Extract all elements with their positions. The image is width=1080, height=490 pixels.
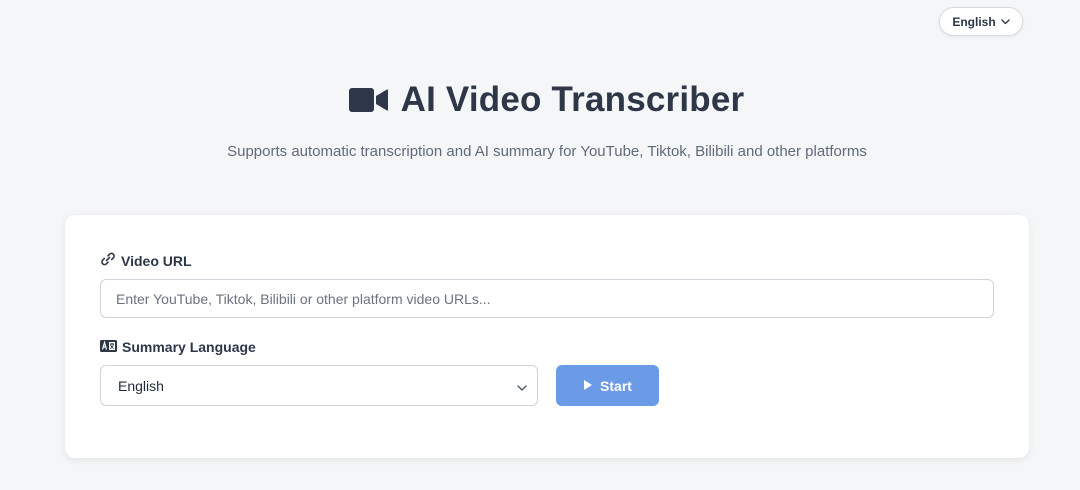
video-url-input[interactable] — [100, 279, 994, 318]
summary-language-value: English — [118, 377, 164, 394]
summary-language-label: Summary Language — [100, 339, 256, 355]
language-switcher-label: English — [952, 14, 996, 29]
select-chevron-down-icon — [517, 378, 527, 394]
page-subtitle: Supports automatic transcription and AI … — [227, 143, 867, 160]
video-camera-icon — [348, 87, 389, 113]
start-button-label: Start — [600, 377, 632, 394]
page: English AI Video Transcriber Supports au… — [0, 0, 1080, 490]
video-url-label-text: Video URL — [121, 252, 192, 269]
summary-language-label-text: Summary Language — [122, 339, 256, 355]
play-icon — [583, 378, 593, 394]
page-title: AI Video Transcriber — [400, 80, 745, 119]
language-switcher-button[interactable]: English — [939, 7, 1023, 36]
start-button[interactable]: Start — [556, 365, 659, 406]
chevron-down-icon — [1000, 18, 1010, 25]
transcribe-form-card: Video URL Summary Language English — [65, 215, 1029, 458]
video-url-label: Video URL — [100, 252, 192, 269]
link-icon — [100, 252, 116, 269]
hero-title: AI Video Transcriber — [0, 80, 1080, 120]
summary-language-select[interactable]: English — [100, 365, 538, 406]
language-icon — [100, 339, 117, 355]
